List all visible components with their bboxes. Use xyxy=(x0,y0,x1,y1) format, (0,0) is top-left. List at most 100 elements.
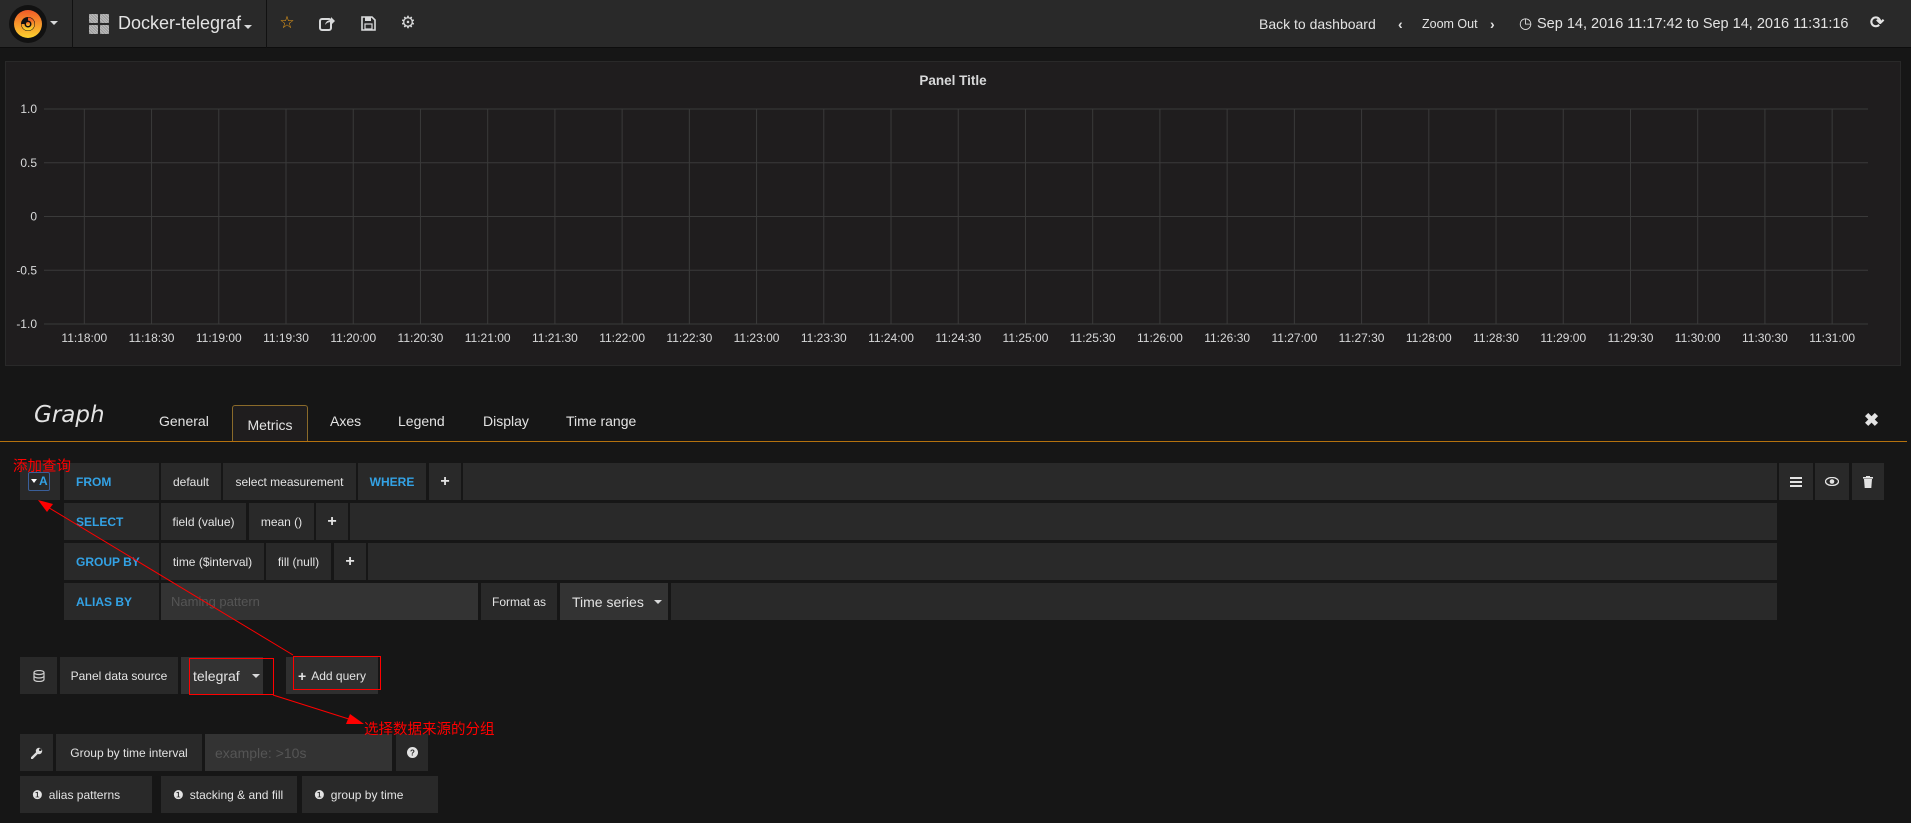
group-by-time-segment[interactable]: time ($interval) xyxy=(161,543,264,580)
dashboard-title[interactable]: Docker-telegraf xyxy=(118,13,241,34)
from-keyword: FROM xyxy=(64,463,159,500)
plus-icon: + xyxy=(345,552,355,570)
select-row-filler xyxy=(350,503,1777,540)
dashboard-title-caret-icon[interactable] xyxy=(244,25,252,29)
trash-icon[interactable] xyxy=(1852,463,1884,500)
x-tick-label: 11:19:00 xyxy=(196,331,242,345)
alias-input[interactable]: Naming pattern xyxy=(161,583,478,620)
x-tick-label: 11:28:00 xyxy=(1406,331,1452,345)
time-range-picker[interactable]: Sep 14, 2016 11:17:42 to Sep 14, 2016 11… xyxy=(1537,16,1848,32)
stacking-fill-label: stacking & and fill xyxy=(189,787,284,802)
svg-text:?: ? xyxy=(410,749,415,758)
select-label: SELECT xyxy=(76,514,124,529)
close-icon[interactable]: ✖ xyxy=(1864,410,1879,431)
x-tick-label: 11:29:00 xyxy=(1540,331,1586,345)
x-tick-label: 11:31:00 xyxy=(1809,331,1855,345)
y-tick-label: 1.0 xyxy=(20,102,37,116)
annotation-datasource-note: 选择数据来源的分组 xyxy=(364,722,495,738)
tab-axes[interactable]: Axes xyxy=(330,413,361,429)
x-tick-label: 11:20:30 xyxy=(398,331,444,345)
field-segment[interactable]: field (value) xyxy=(161,503,246,540)
group-by-interval-input[interactable]: example: >10s xyxy=(205,734,392,771)
aggregation-segment[interactable]: mean () xyxy=(249,503,314,540)
y-tick-label: -1.0 xyxy=(16,317,37,331)
gear-icon[interactable]: ⚙ xyxy=(397,12,419,34)
x-tick-label: 11:29:30 xyxy=(1608,331,1654,345)
menu-icon[interactable] xyxy=(1779,463,1813,500)
panel-data-source-label: Panel data source xyxy=(60,657,178,694)
graph-panel: Panel Title 1.0 0.5 0 -0.5 -1.0 11:18:00 11:18… xyxy=(5,61,1901,366)
where-label: WHERE xyxy=(369,474,415,489)
x-tick-label: 11:19:30 xyxy=(263,331,309,345)
format-as-label: Format as xyxy=(481,583,557,620)
editor-title: Graph xyxy=(34,402,105,428)
x-tick-label: 11:23:00 xyxy=(734,331,780,345)
top-navbar: Docker-telegraf ☆ ⚙ Back to dashboard ‹ … xyxy=(0,0,1911,48)
tab-underline xyxy=(0,441,1907,442)
tab-time-range[interactable]: Time range xyxy=(566,413,636,429)
x-tick-label: 11:27:30 xyxy=(1339,331,1385,345)
x-tick-label: 11:27:00 xyxy=(1271,331,1317,345)
help-icon[interactable]: ? xyxy=(396,734,428,771)
back-to-dashboard-link[interactable]: Back to dashboard xyxy=(1259,16,1376,32)
x-tick-label: 11:26:30 xyxy=(1204,331,1250,345)
alias-by-label: ALIAS BY xyxy=(76,594,133,609)
group-by-interval-placeholder: example: >10s xyxy=(215,744,307,761)
database-icon xyxy=(20,657,57,694)
star-icon[interactable]: ☆ xyxy=(276,12,298,34)
y-tick-label: -0.5 xyxy=(16,263,37,277)
alias-placeholder: Naming pattern xyxy=(171,594,260,609)
y-tick-label: 0 xyxy=(30,210,37,224)
arrowhead-query-letter xyxy=(38,500,53,512)
x-tick-label: 11:21:30 xyxy=(532,331,578,345)
caret-down-icon xyxy=(653,599,662,604)
select-keyword: SELECT xyxy=(64,503,159,540)
nav-divider xyxy=(72,0,73,48)
x-tick-label: 11:25:30 xyxy=(1070,331,1116,345)
x-tick-label: 11:25:00 xyxy=(1003,331,1049,345)
from-label: FROM xyxy=(76,474,112,489)
eye-icon[interactable] xyxy=(1815,463,1849,500)
grafana-logo-icon[interactable] xyxy=(9,5,47,43)
zoom-out-button[interactable]: Zoom Out xyxy=(1422,17,1478,31)
add-group-by-button[interactable]: + xyxy=(334,543,366,580)
refresh-icon[interactable]: ⟳ xyxy=(1870,13,1884,33)
plus-icon: + xyxy=(440,472,450,490)
tab-metrics-label: Metrics xyxy=(247,417,293,433)
zoom-back-chevron-icon[interactable]: ‹ xyxy=(1398,16,1403,32)
add-select-button[interactable]: + xyxy=(316,503,348,540)
alias-patterns-label: alias patterns xyxy=(48,787,121,802)
format-as-select[interactable]: Time series xyxy=(560,583,668,620)
from-row-filler xyxy=(463,463,1777,500)
group-by-keyword: GROUP BY xyxy=(64,543,159,580)
tab-metrics[interactable]: Metrics xyxy=(232,405,308,442)
tab-display[interactable]: Display xyxy=(483,413,529,429)
query-letter: A xyxy=(39,474,48,488)
info-icon: ❶ xyxy=(314,787,325,802)
group-by-interval-label: Group by time interval xyxy=(56,734,202,771)
clock-icon: ◷ xyxy=(1519,15,1533,32)
info-icon: ❶ xyxy=(32,787,43,802)
group-by-time-help[interactable]: ❶ group by time xyxy=(302,776,438,813)
dashboard-grid-icon xyxy=(89,14,109,34)
annotation-box-datasource xyxy=(189,658,274,695)
share-icon[interactable] xyxy=(316,12,338,34)
retention-policy-segment[interactable]: default xyxy=(161,463,221,500)
x-tick-label: 11:18:00 xyxy=(61,331,107,345)
measurement-segment[interactable]: select measurement xyxy=(223,463,356,500)
alias-patterns-help[interactable]: ❶ alias patterns xyxy=(20,776,152,813)
fill-segment[interactable]: fill (null) xyxy=(266,543,331,580)
save-icon[interactable] xyxy=(357,12,379,34)
zoom-forward-chevron-icon[interactable]: › xyxy=(1490,16,1495,32)
x-tick-label: 11:30:30 xyxy=(1742,331,1788,345)
group-by-time-label: group by time xyxy=(330,787,404,802)
x-tick-label: 11:18:30 xyxy=(129,331,175,345)
add-where-button[interactable]: + xyxy=(429,463,461,500)
tab-legend[interactable]: Legend xyxy=(398,413,445,429)
plus-icon: + xyxy=(327,512,337,530)
alias-row-filler xyxy=(671,583,1777,620)
logo-menu-caret-icon[interactable] xyxy=(50,21,58,25)
x-tick-label: 11:20:00 xyxy=(330,331,376,345)
tab-general[interactable]: General xyxy=(159,413,209,429)
stacking-fill-help[interactable]: ❶ stacking & and fill xyxy=(161,776,297,813)
